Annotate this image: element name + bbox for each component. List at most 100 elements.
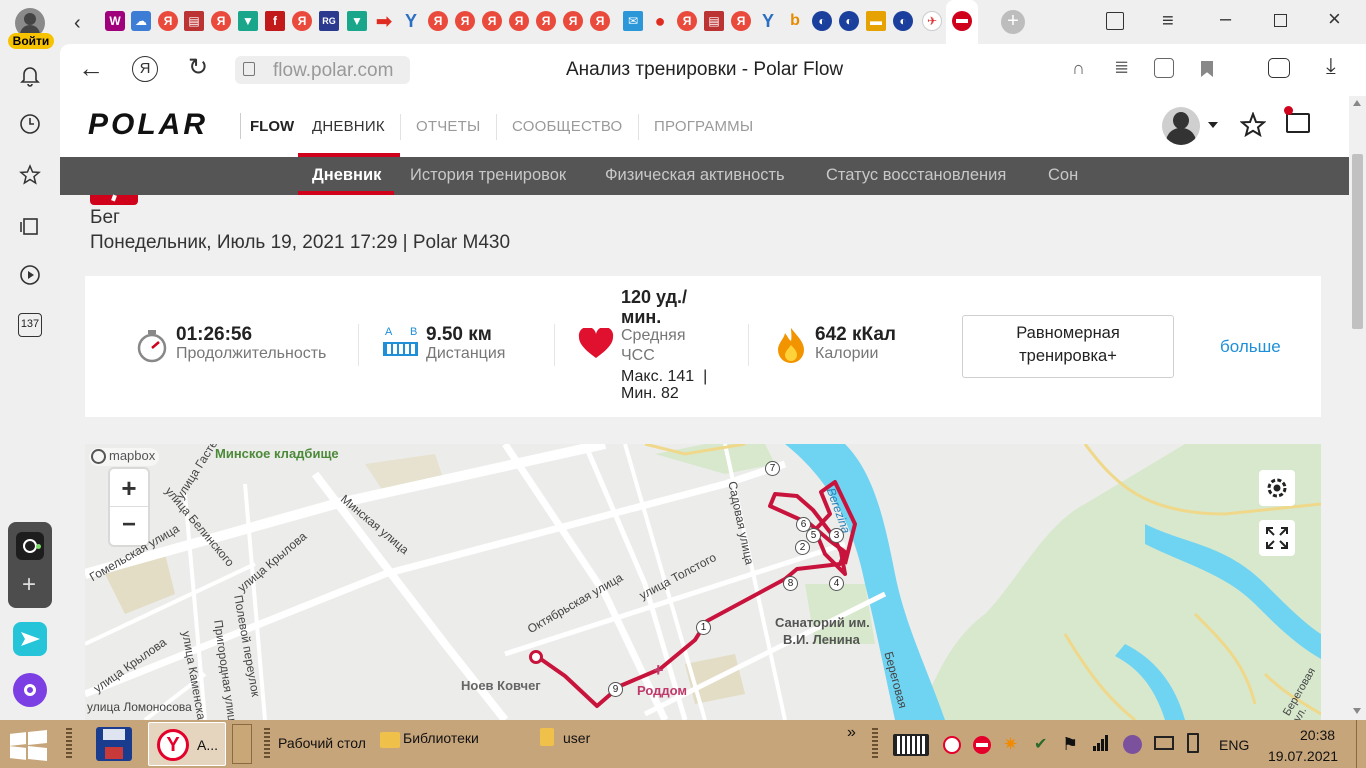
tab-favicon-ya3[interactable]: Я bbox=[292, 11, 312, 31]
tabs-menu-icon[interactable] bbox=[1106, 12, 1124, 30]
tab-favicon-ya12[interactable]: Я bbox=[731, 11, 751, 31]
counter-badge[interactable]: 137 bbox=[14, 309, 46, 341]
taskbar-yandex-browser[interactable]: Y А... bbox=[148, 722, 226, 766]
video-icon[interactable] bbox=[14, 259, 46, 291]
scroll-up-arrow-icon[interactable] bbox=[1353, 100, 1361, 106]
route-marker-2[interactable]: 2 bbox=[795, 540, 810, 555]
flow-label[interactable]: FLOW bbox=[250, 118, 294, 135]
tab-favicon-ya10[interactable]: Я bbox=[590, 11, 610, 31]
tray-security-icon[interactable]: ✔ bbox=[1034, 734, 1047, 754]
extensions-icon[interactable] bbox=[1268, 58, 1290, 78]
tray-flag-icon[interactable]: ⚑ bbox=[1062, 734, 1078, 755]
alice-icon[interactable] bbox=[13, 673, 47, 707]
tab-favicon-news[interactable]: ▤ bbox=[184, 11, 204, 31]
show-desktop-button[interactable] bbox=[1356, 720, 1366, 768]
tray-battery-icon[interactable] bbox=[1187, 733, 1199, 753]
tab-favicon-globe1[interactable]: ◐ bbox=[812, 11, 832, 31]
more-link[interactable]: больше bbox=[1220, 337, 1281, 357]
protect-icon[interactable] bbox=[1154, 58, 1174, 78]
tab-favicon-ya6[interactable]: Я bbox=[482, 11, 502, 31]
clock-time[interactable]: 20:38 bbox=[1300, 727, 1335, 743]
fullscreen-button[interactable] bbox=[1259, 520, 1295, 556]
language-indicator[interactable]: ENG bbox=[1219, 737, 1249, 753]
tab-favicon-chat1[interactable]: ▼ bbox=[238, 11, 258, 31]
route-marker-4[interactable]: 4 bbox=[829, 576, 844, 591]
route-marker-8[interactable]: 8 bbox=[783, 576, 798, 591]
start-button[interactable] bbox=[10, 730, 48, 761]
tab-favicon-ya9[interactable]: Я bbox=[563, 11, 583, 31]
keyboard-icon[interactable] bbox=[893, 734, 929, 756]
messenger-icon[interactable] bbox=[13, 622, 47, 656]
map-settings-button[interactable] bbox=[1259, 470, 1295, 506]
yandex-icon[interactable]: Я bbox=[132, 56, 158, 82]
lock-icon[interactable] bbox=[243, 62, 255, 76]
tab-favicon-globe3[interactable]: ◐ bbox=[893, 11, 913, 31]
route-marker-9[interactable]: 9 bbox=[608, 682, 623, 697]
user-menu-chevron-icon[interactable] bbox=[1208, 122, 1218, 128]
tab-favicon-f[interactable]: f bbox=[265, 11, 285, 31]
nav-diary[interactable]: ДНЕВНИК bbox=[312, 118, 385, 135]
tray-overflow-icon[interactable]: » bbox=[847, 724, 856, 742]
subnav-recovery[interactable]: Статус восстановления bbox=[826, 166, 1006, 185]
headphones-icon[interactable]: ∩ bbox=[1072, 58, 1085, 79]
minimize-button[interactable]: – bbox=[1220, 8, 1231, 31]
tab-favicon-maps[interactable]: ● bbox=[650, 11, 670, 31]
tab-favicon-ya7[interactable]: Я bbox=[509, 11, 529, 31]
collections-icon[interactable] bbox=[14, 210, 46, 242]
tab-favicon-w[interactable]: W bbox=[105, 11, 125, 31]
reader-icon[interactable]: ≣ bbox=[1114, 57, 1129, 78]
tab-favicon-ya2[interactable]: Я bbox=[211, 11, 231, 31]
zoom-out-button[interactable]: − bbox=[110, 507, 148, 545]
nav-reports[interactable]: ОТЧЕТЫ bbox=[416, 118, 480, 135]
tab-favicon-bird[interactable]: ✈ bbox=[922, 11, 942, 31]
history-icon[interactable] bbox=[14, 108, 46, 140]
restore-button[interactable] bbox=[1274, 14, 1287, 27]
tab-favicon-mail[interactable]: ✉ bbox=[623, 11, 643, 31]
user-avatar[interactable] bbox=[1162, 107, 1200, 145]
libraries-folder-icon[interactable] bbox=[380, 732, 400, 748]
menu-icon[interactable]: ≡ bbox=[1162, 10, 1174, 33]
tray-network-icon[interactable] bbox=[1154, 736, 1174, 750]
subnav-activity[interactable]: Физическая активность bbox=[605, 166, 785, 185]
subnav-diary[interactable]: Дневник bbox=[312, 166, 381, 185]
tab-favicon-globe2[interactable]: ◐ bbox=[839, 11, 859, 31]
download-icon[interactable]: ⤓ bbox=[1326, 53, 1336, 79]
tab-favicon-ya11[interactable]: Я bbox=[677, 11, 697, 31]
mapbox-logo[interactable]: mapbox bbox=[89, 448, 160, 466]
polar-logo[interactable]: POLAR bbox=[88, 108, 208, 142]
star-icon[interactable] bbox=[14, 159, 46, 191]
notifications-icon[interactable] bbox=[1284, 106, 1310, 133]
tab-favicon-chat2[interactable]: ▼ bbox=[347, 11, 367, 31]
nav-community[interactable]: СООБЩЕСТВО bbox=[512, 118, 622, 135]
bell-icon[interactable] bbox=[14, 60, 46, 92]
tray-avast-icon[interactable]: ✷ bbox=[1003, 734, 1018, 755]
url-field[interactable]: flow.polar.com bbox=[235, 56, 410, 84]
back-icon[interactable]: ← bbox=[78, 54, 104, 82]
training-benefit-button[interactable]: Равномерная тренировка+ bbox=[962, 315, 1174, 378]
taskbar-scroll-button[interactable] bbox=[232, 724, 252, 764]
tab-favicon-y2[interactable]: Y bbox=[758, 11, 778, 31]
active-tab[interactable] bbox=[946, 0, 978, 44]
clock-date[interactable]: 19.07.2021 bbox=[1268, 748, 1338, 764]
tab-favicon-ya8[interactable]: Я bbox=[536, 11, 556, 31]
tab-favicon-shop[interactable]: ▬ bbox=[866, 11, 886, 31]
favorites-star-icon[interactable] bbox=[1239, 111, 1267, 143]
bookmark-icon[interactable] bbox=[1201, 61, 1213, 77]
route-marker-7[interactable]: 7 bbox=[765, 461, 780, 476]
login-button[interactable]: Войти bbox=[8, 33, 54, 49]
tab-favicon-rg[interactable]: RG bbox=[319, 11, 339, 31]
subnav-history[interactable]: История тренировок bbox=[410, 166, 566, 185]
tab-favicon-ya4[interactable]: Я bbox=[428, 11, 448, 31]
url-text[interactable]: flow.polar.com bbox=[273, 60, 393, 82]
tab-favicon-arrow[interactable]: ➡ bbox=[374, 11, 394, 33]
scroll-thumb[interactable] bbox=[1352, 154, 1363, 329]
tab-favicon-b[interactable]: b bbox=[785, 11, 805, 31]
tab-favicon-weather[interactable]: ☁ bbox=[131, 11, 151, 31]
desktop-toolbar[interactable]: Рабочий стол bbox=[278, 735, 366, 751]
tray-block-icon[interactable] bbox=[973, 736, 991, 754]
user-toolbar[interactable]: user bbox=[563, 730, 590, 746]
tabs-back-icon[interactable]: ‹ bbox=[74, 12, 81, 35]
tray-yandex-icon[interactable] bbox=[943, 736, 961, 754]
tab-favicon-y[interactable]: Y bbox=[401, 11, 421, 31]
libraries-toolbar[interactable]: Библиотеки bbox=[403, 730, 479, 746]
